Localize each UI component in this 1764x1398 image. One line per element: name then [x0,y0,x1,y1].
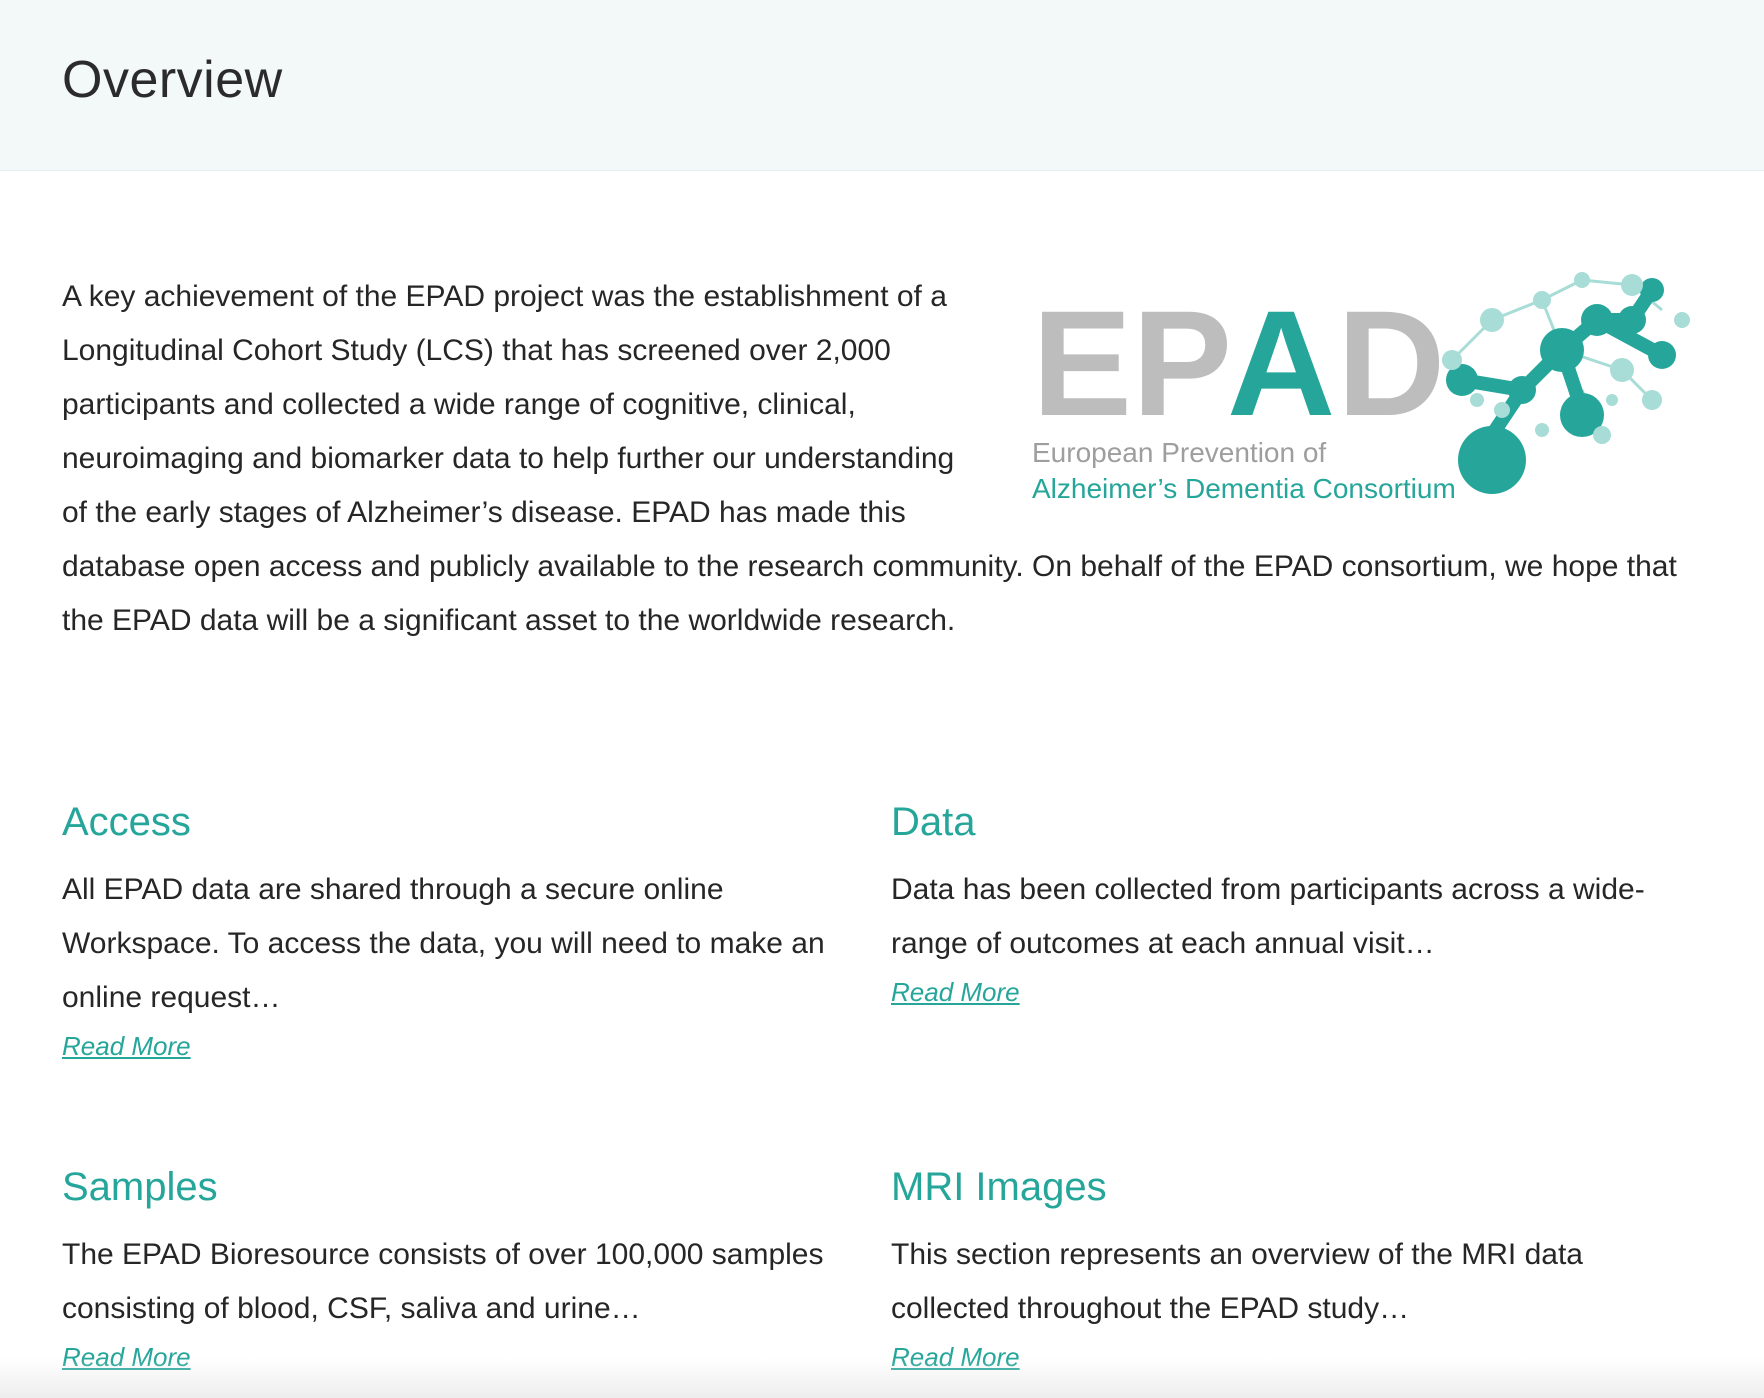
card-mri-images: MRI Images This section represents an ov… [891,1165,1701,1373]
logo-line2: Alzheimer’s Dementia Consortium [1032,473,1456,504]
card-access: Access All EPAD data are shared through … [62,800,872,1062]
card-data: Data Data has been collected from partic… [891,800,1701,1008]
read-more-link[interactable]: Read More [891,1342,1020,1373]
card-text: The EPAD Bioresource consists of over 10… [62,1238,824,1325]
card-text: Data has been collected from participant… [891,873,1645,960]
epad-logo: EP A D European Prevention of Alzheimer’… [1022,260,1722,530]
card-samples: Samples The EPAD Bioresource consists of… [62,1165,872,1373]
card-text: All EPAD data are shared through a secur… [62,873,825,1014]
logo-letters-ep: EP [1032,279,1232,447]
read-more-link[interactable]: Read More [62,1031,191,1062]
intro-section: EP A D European Prevention of Alzheimer’… [62,270,1722,648]
page-header: Overview [0,0,1764,171]
card-text: This section represents an overview of t… [891,1238,1583,1325]
read-more-link[interactable]: Read More [62,1342,191,1373]
card-title: Access [62,800,191,844]
molecule-icon [1442,272,1690,494]
logo-letter-a: A [1227,279,1335,447]
card-title: MRI Images [891,1165,1107,1209]
card-title: Data [891,800,976,844]
logo-letter-d: D [1337,279,1445,447]
read-more-link[interactable]: Read More [891,977,1020,1008]
page-title: Overview [62,51,283,109]
logo-line1: European Prevention of [1032,437,1326,468]
card-title: Samples [62,1165,218,1209]
